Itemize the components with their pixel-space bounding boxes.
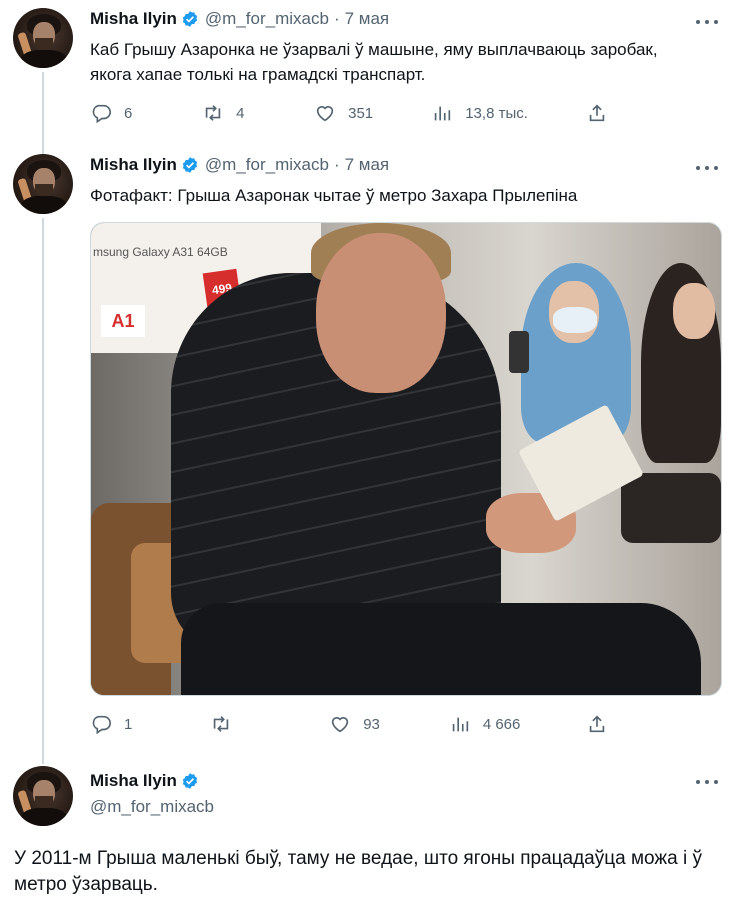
reply-icon — [92, 104, 111, 124]
author-name[interactable]: Misha Ilyin — [90, 9, 177, 29]
like-count: 93 — [363, 715, 380, 733]
photo-head — [316, 233, 446, 393]
tweet-header: Misha Ilyin — [90, 771, 205, 791]
retweet-icon — [205, 105, 221, 121]
author-handle[interactable]: @m_for_mixacb — [205, 155, 329, 175]
tweet-handle-row: @m_for_mixacb — [90, 797, 214, 817]
photo-phone — [509, 331, 529, 373]
share-button[interactable] — [586, 713, 620, 735]
tweet-actions: 6 4 351 13,8 тыс. — [90, 102, 620, 124]
avatar[interactable] — [13, 8, 73, 68]
tweet-photo[interactable]: msung Galaxy A31 64GB 499 A1 — [90, 222, 722, 696]
photo-pants — [181, 603, 701, 695]
tweet-header: Misha Ilyin @m_for_mixacb · 7 мая — [90, 155, 389, 175]
tweet-text: Фотафакт: Грыша Азаронак чытае ў метро З… — [90, 186, 578, 205]
photo-ad-text: msung Galaxy A31 64GB — [93, 245, 228, 259]
tweet-date[interactable]: 7 мая — [345, 9, 390, 29]
tweet-text: У 2011-м Грыша маленькі быў, таму не вед… — [14, 848, 702, 895]
separator: · — [333, 155, 340, 174]
tweet-header: Misha Ilyin @m_for_mixacb · 7 мая — [90, 9, 389, 29]
more-icon[interactable] — [696, 163, 718, 173]
share-icon — [589, 104, 605, 122]
views-icon — [434, 106, 451, 121]
like-button[interactable]: 351 — [314, 102, 373, 124]
reply-button[interactable]: 6 — [90, 102, 144, 124]
tweet-date[interactable]: 7 мая — [345, 155, 390, 175]
views-count: 13,8 тыс. — [465, 104, 528, 122]
author-name[interactable]: Misha Ilyin — [90, 155, 177, 175]
reply-icon — [92, 715, 111, 735]
author-name[interactable]: Misha Ilyin — [90, 771, 177, 791]
like-count: 351 — [348, 104, 374, 122]
views-button[interactable]: 13,8 тыс. — [431, 102, 528, 124]
like-icon — [332, 717, 349, 733]
share-button[interactable] — [586, 102, 620, 124]
thread-line — [42, 72, 44, 156]
reply-count: 6 — [124, 104, 133, 122]
share-icon — [589, 715, 605, 733]
more-icon[interactable] — [696, 777, 718, 787]
retweet-count: 4 — [236, 104, 245, 122]
verified-badge-icon — [182, 157, 198, 173]
photo-face-mask — [553, 307, 597, 333]
verified-badge-icon — [182, 773, 198, 789]
views-count: 4 666 — [482, 715, 521, 733]
retweet-icon — [213, 716, 228, 732]
like-icon — [316, 106, 334, 122]
views-button[interactable]: 4 666 — [449, 713, 521, 735]
verified-badge-icon — [182, 11, 198, 27]
tweet-actions: 1 93 4 666 — [90, 713, 620, 735]
author-handle[interactable]: @m_for_mixacb — [205, 9, 329, 29]
reply-button[interactable]: 1 — [90, 713, 144, 735]
avatar[interactable] — [13, 766, 73, 826]
photo-bag — [621, 473, 721, 543]
avatar[interactable] — [13, 154, 73, 214]
retweet-button[interactable]: 4 — [202, 102, 256, 124]
more-icon[interactable] — [696, 17, 718, 27]
retweet-button[interactable] — [210, 713, 264, 735]
author-handle[interactable]: @m_for_mixacb — [90, 797, 214, 817]
thread-line — [42, 218, 44, 764]
views-icon — [452, 717, 468, 732]
reply-count: 1 — [124, 715, 133, 733]
separator: · — [333, 9, 340, 28]
like-button[interactable]: 93 — [329, 713, 383, 735]
photo-logo: A1 — [101, 305, 145, 337]
photo-passenger-face — [673, 283, 715, 339]
tweet-text: Каб Грышу Азаронка не ўзарвалі ў машыне,… — [90, 40, 658, 84]
